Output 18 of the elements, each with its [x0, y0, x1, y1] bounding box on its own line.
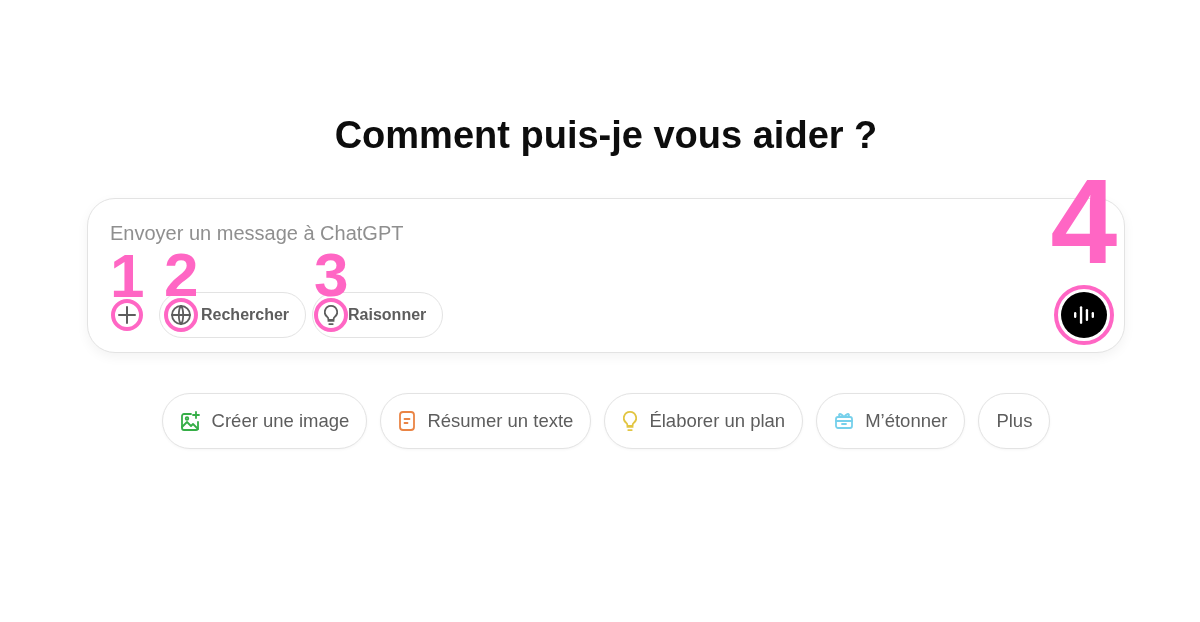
suggestion-button[interactable]: M’étonner [816, 392, 966, 449]
suggestion-button[interactable]: Créer une image [161, 392, 368, 449]
suggestion-button[interactable]: Élaborer un plan [604, 392, 804, 449]
callout-number: 4 [1050, 176, 1118, 268]
more-button[interactable]: Plus [978, 392, 1051, 449]
callout-number: 1 [110, 252, 145, 300]
page-heading: Comment puis-je vous aider ? [334, 113, 878, 158]
waveform-icon [1074, 305, 1094, 324]
message-input[interactable]: Envoyer un message à ChatGPT [107, 218, 1000, 247]
plus-icon [118, 305, 136, 324]
suggestion-button[interactable]: Résumer un texte [380, 392, 592, 449]
callout-ring [314, 297, 349, 332]
callout-ring [111, 298, 143, 331]
lightbulb-icon [324, 304, 339, 325]
globe-icon [171, 304, 191, 325]
voice-button[interactable] [1061, 291, 1107, 338]
callout-ring [164, 297, 198, 332]
callout-ring [1054, 284, 1114, 345]
